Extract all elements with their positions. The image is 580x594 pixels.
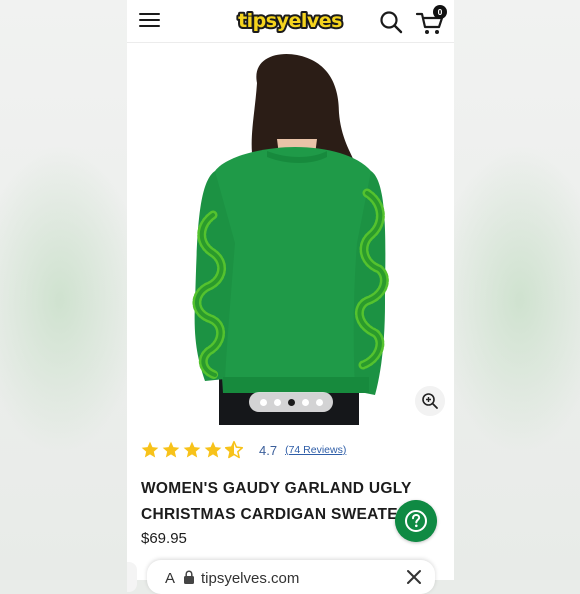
previous-tab-edge[interactable] xyxy=(127,562,137,592)
gallery-dot[interactable] xyxy=(259,398,267,406)
gallery-dot[interactable] xyxy=(301,398,309,406)
gallery-dot[interactable] xyxy=(315,398,323,406)
search-icon[interactable] xyxy=(379,10,403,34)
half-star-icon xyxy=(224,440,244,459)
menu-icon[interactable] xyxy=(139,11,161,29)
question-mark-icon xyxy=(415,524,418,528)
gallery-pagination xyxy=(249,392,333,412)
lock-icon xyxy=(184,570,194,584)
reviews-link[interactable]: (74 Reviews) xyxy=(285,444,346,456)
star-icon xyxy=(141,441,159,458)
product-rating: 4.7 (74 Reviews) xyxy=(140,438,346,462)
product-image-gallery[interactable] xyxy=(127,43,454,425)
product-title-line-1: WOMEN'S GAUDY GARLAND UGLY xyxy=(141,480,412,497)
zoom-in-icon[interactable] xyxy=(415,386,445,416)
product-title-line-2: CHRISTMAS CARDIGAN SWEATE xyxy=(141,506,398,523)
star-icon xyxy=(204,441,222,458)
product-image xyxy=(192,53,389,425)
product-price: $69.95 xyxy=(141,530,187,547)
star-icon xyxy=(183,441,201,458)
tipsyelves-logo[interactable]: tipsyelves tipsyelves xyxy=(235,5,345,35)
star-rating xyxy=(140,440,244,460)
rating-value: 4.7 xyxy=(259,442,278,458)
browser-address-bar[interactable]: A tipsyelves.com xyxy=(147,560,435,594)
phone-screen: tipsyelves tipsyelves 0 4.7 (74 Reviews)… xyxy=(127,0,454,580)
gallery-dot[interactable] xyxy=(273,398,281,406)
help-chat-button[interactable] xyxy=(395,500,437,542)
star-icon xyxy=(162,441,180,458)
site-header: tipsyelves tipsyelves 0 xyxy=(127,0,454,43)
cart-count-badge: 0 xyxy=(433,5,447,19)
close-icon[interactable] xyxy=(405,568,423,586)
reader-options-button[interactable]: A xyxy=(165,570,175,587)
url-text[interactable]: tipsyelves.com xyxy=(201,570,299,587)
logo-text: tipsyelves xyxy=(238,10,342,32)
gallery-dot-active[interactable] xyxy=(287,398,295,406)
